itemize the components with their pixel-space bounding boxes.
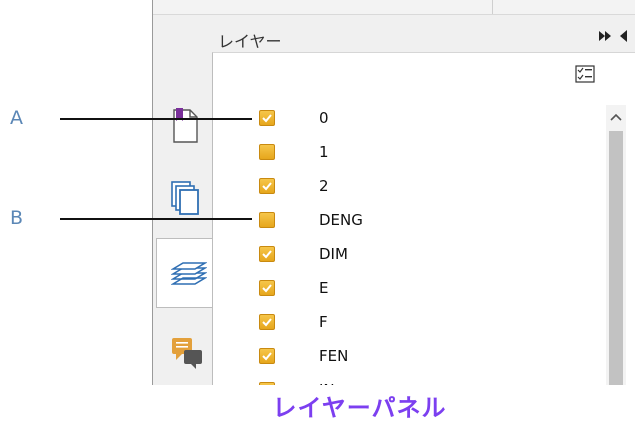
- top-toolbar-strip: [152, 0, 635, 15]
- layer-name: F: [319, 313, 328, 331]
- tab-layers[interactable]: [156, 238, 214, 308]
- checkmark-icon: [262, 182, 272, 191]
- bookmark-page-icon: [173, 108, 198, 143]
- layer-name: E: [319, 279, 329, 297]
- checkmark-icon: [262, 284, 272, 293]
- layer-name: 0: [319, 109, 329, 127]
- layer-visibility-checkbox-checked[interactable]: [259, 110, 275, 126]
- layer-visibility-checkbox-checked[interactable]: [259, 348, 275, 364]
- callout-label-a: A: [10, 107, 23, 129]
- layer-row[interactable]: E: [259, 276, 579, 310]
- layers-panel: 0 1 2 DENG DIM EF FEN IN: [212, 52, 635, 385]
- caption-text: レイヤーパネル: [272, 394, 447, 422]
- callout-line-a: [60, 118, 252, 120]
- checkmark-icon: [262, 352, 272, 361]
- checkmark-icon: [262, 318, 272, 327]
- comments-icon: [172, 338, 202, 369]
- layer-visibility-checkbox-checked[interactable]: [259, 280, 275, 296]
- layer-visibility-checkbox-checked[interactable]: [259, 246, 275, 262]
- layer-row[interactable]: IN: [259, 378, 579, 385]
- layer-name: DENG: [319, 211, 363, 229]
- collapse-panel-icon[interactable]: [599, 30, 613, 42]
- layer-row[interactable]: 0: [259, 106, 579, 140]
- layer-visibility-checkbox-checked[interactable]: [259, 314, 275, 330]
- panel-header: レイヤー: [212, 22, 635, 52]
- checkmark-icon: [262, 250, 272, 259]
- layer-row[interactable]: 2: [259, 174, 579, 208]
- layer-visibility-checkbox-checked[interactable]: [259, 382, 275, 385]
- pages-icon: [171, 181, 199, 215]
- layer-options-icon[interactable]: [575, 65, 595, 83]
- layer-row[interactable]: DIM: [259, 242, 579, 276]
- tab-pages[interactable]: [156, 164, 212, 232]
- chevron-up-icon[interactable]: [606, 105, 626, 129]
- layer-name: FEN: [319, 347, 349, 365]
- layers-window: レイヤー 0 1 2 DENG DIM E F FEN: [152, 0, 635, 385]
- layer-visibility-checkbox[interactable]: [259, 144, 275, 160]
- figure-caption: レイヤーパネル: [0, 388, 635, 423]
- tab-comments[interactable]: [156, 320, 212, 385]
- panel-title: レイヤー: [218, 32, 282, 51]
- layer-row[interactable]: F: [259, 310, 579, 344]
- scroll-thumb[interactable]: [609, 131, 623, 385]
- layer-list: 0 1 2 DENG DIM EF FEN IN: [259, 106, 579, 385]
- layer-visibility-checkbox-checked[interactable]: [259, 178, 275, 194]
- layer-name: 1: [319, 143, 329, 161]
- layer-row[interactable]: 1: [259, 140, 579, 174]
- triangle-left-icon[interactable]: [618, 29, 628, 43]
- vertical-scrollbar[interactable]: [606, 105, 626, 385]
- tab-bookmarks[interactable]: [156, 92, 212, 160]
- checkmark-icon: [262, 114, 272, 123]
- callout-line-b: [60, 218, 252, 220]
- toolbar-separator: [492, 0, 493, 14]
- callout-label-b: B: [10, 207, 24, 229]
- layer-row[interactable]: DENG: [259, 208, 579, 242]
- layer-name: 2: [319, 177, 329, 195]
- checkmark-icon: [261, 384, 273, 385]
- layer-row[interactable]: FEN: [259, 344, 579, 378]
- layers-icon: [171, 262, 207, 285]
- layer-name: IN: [319, 381, 335, 385]
- layer-name: DIM: [319, 245, 348, 263]
- layer-visibility-checkbox[interactable]: [259, 212, 275, 228]
